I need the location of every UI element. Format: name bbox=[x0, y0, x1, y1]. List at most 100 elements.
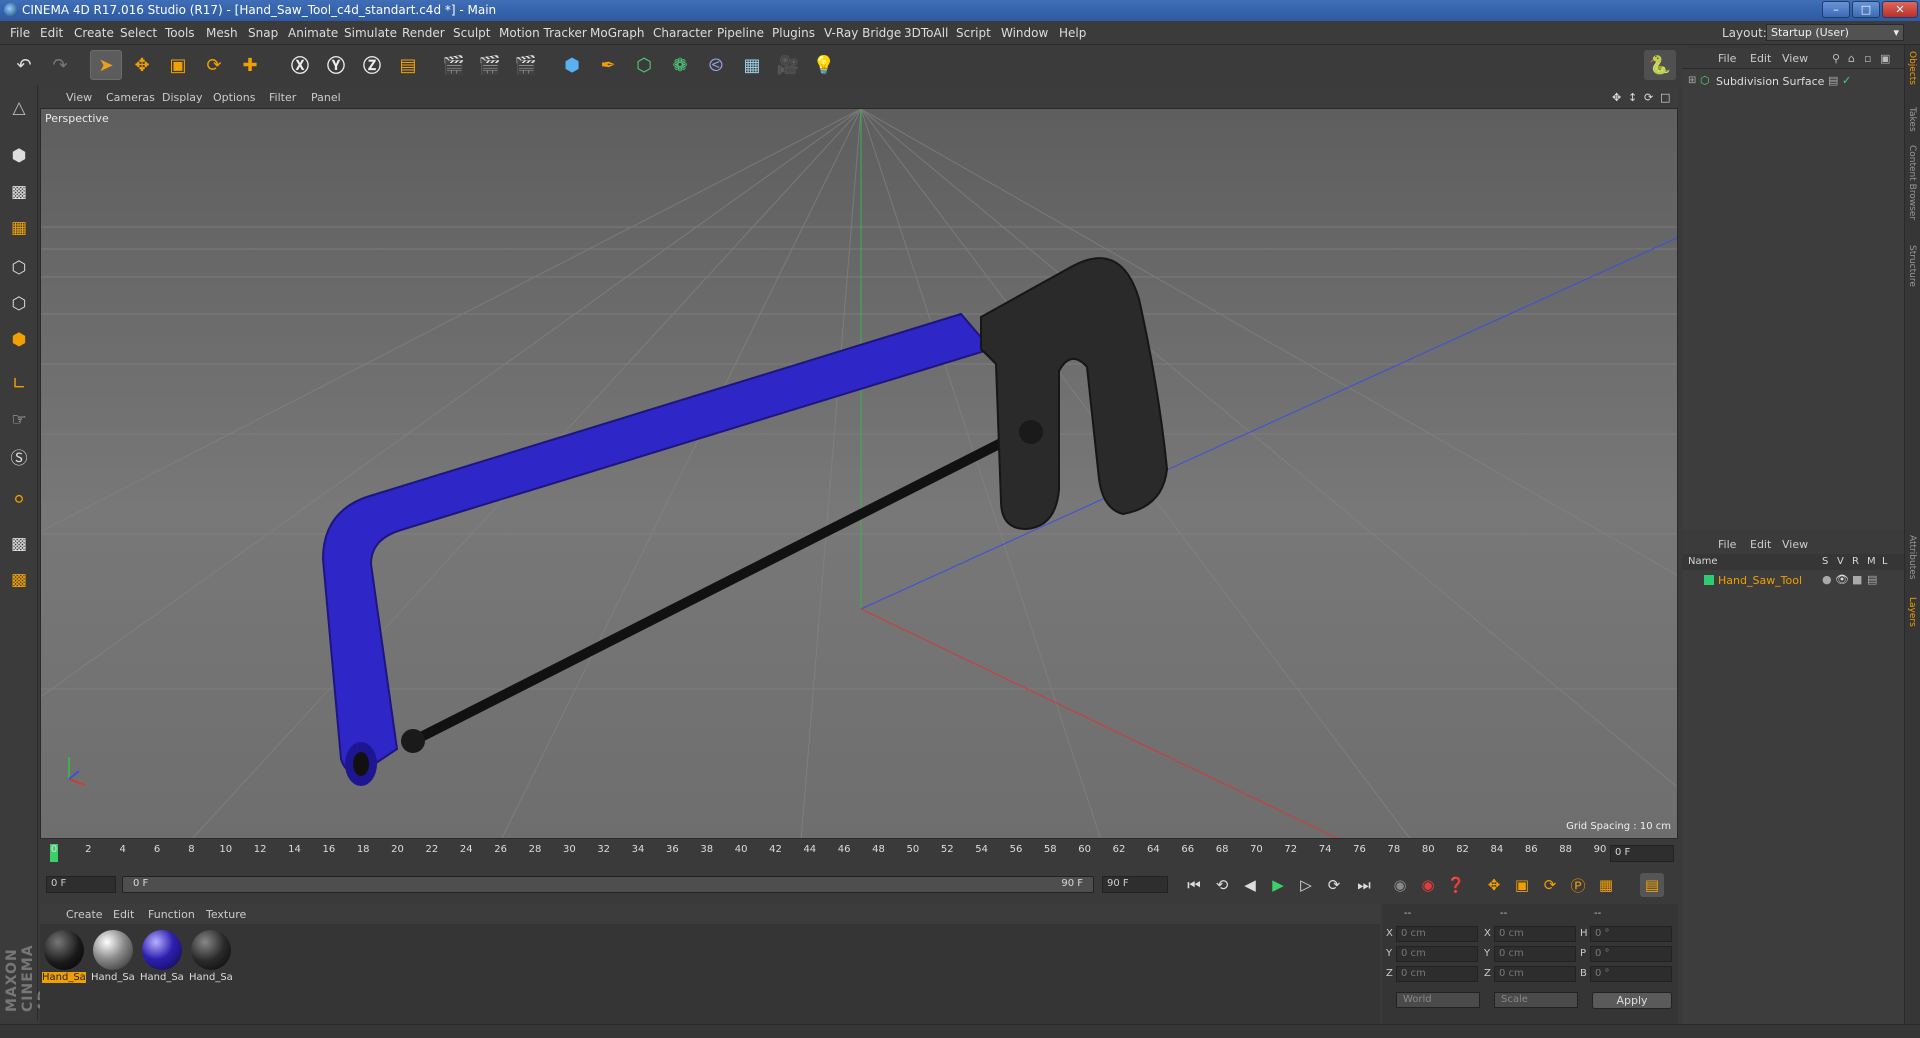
position-x-field[interactable]: 0 cm bbox=[1396, 926, 1478, 942]
size-x-field[interactable]: 0 cm bbox=[1494, 926, 1576, 942]
end-frame-field[interactable]: 90 F bbox=[1102, 876, 1168, 893]
next-key-icon[interactable]: ⟳ bbox=[1322, 873, 1346, 897]
menu-edit[interactable]: Edit bbox=[40, 26, 63, 40]
menu-vray-bridge[interactable]: V-Ray Bridge bbox=[824, 26, 901, 40]
menu-pipeline[interactable]: Pipeline bbox=[717, 26, 764, 40]
size-mode-select[interactable]: Scale bbox=[1494, 992, 1578, 1008]
current-frame-field[interactable]: 0 F bbox=[1610, 845, 1674, 862]
previous-key-icon[interactable]: ⟲ bbox=[1210, 873, 1234, 897]
tab-structure[interactable]: Structure bbox=[1907, 245, 1917, 287]
viewport-menu-view[interactable]: View bbox=[66, 91, 92, 104]
menu-help[interactable]: Help bbox=[1059, 26, 1086, 40]
render-view-icon[interactable]: 🎬 bbox=[438, 50, 470, 80]
frame-ruler[interactable]: 0 2 4 6 8 10 12 14 16 18 20 22 24 26 28 30 32 34 36 38 40 42 4… bbox=[50, 842, 1610, 866]
autokeying-icon[interactable]: ◉ bbox=[1416, 873, 1440, 897]
position-y-field[interactable]: 0 cm bbox=[1396, 946, 1478, 962]
array-generator-icon[interactable]: ❁ bbox=[664, 50, 696, 80]
viewport-menu-filter[interactable]: Filter bbox=[269, 91, 296, 104]
points-mode-icon[interactable]: ⬡ bbox=[4, 253, 34, 283]
new-view-icon[interactable]: ▣ bbox=[1880, 52, 1890, 65]
live-selection-icon[interactable]: ➤ bbox=[90, 50, 122, 80]
menu-script[interactable]: Script bbox=[956, 26, 991, 40]
timeline-ruler[interactable]: 0 2 4 6 8 10 12 14 16 18 20 22 24 26 28 30 32 34 36 38 40 42 4… bbox=[40, 842, 1678, 866]
menu-mograph[interactable]: MoGraph bbox=[590, 26, 645, 40]
viewport-menu-panel[interactable]: Panel bbox=[311, 91, 341, 104]
polygons-mode-icon[interactable]: ⬢ bbox=[4, 325, 34, 355]
key-scale-icon[interactable]: ▣ bbox=[1510, 873, 1534, 897]
workplane-mode-icon[interactable]: ▦ bbox=[4, 213, 34, 243]
menu-select[interactable]: Select bbox=[120, 26, 157, 40]
rotation-b-field[interactable]: 0 ° bbox=[1590, 966, 1672, 982]
y-axis-lock-icon[interactable]: Ⓨ bbox=[320, 50, 352, 80]
view-eye-icon[interactable]: 👁 bbox=[1835, 573, 1849, 586]
lock-icon[interactable]: ▫ bbox=[1864, 52, 1871, 65]
floor-icon[interactable]: ▦ bbox=[736, 50, 768, 80]
object-menu-file[interactable]: File bbox=[1718, 52, 1736, 65]
texture-mode-icon[interactable]: ▩ bbox=[4, 177, 34, 207]
deformer-icon[interactable]: ⧀ bbox=[700, 50, 732, 80]
material-menu-create[interactable]: Create bbox=[66, 908, 103, 921]
key-rotation-icon[interactable]: ⟳ bbox=[1538, 873, 1562, 897]
render-picture-viewer-icon[interactable]: 🎬 bbox=[474, 50, 506, 80]
key-parameter-icon[interactable]: Ⓟ bbox=[1566, 873, 1590, 897]
size-y-field[interactable]: 0 cm bbox=[1494, 946, 1576, 962]
viewport-menu-cameras[interactable]: Cameras bbox=[106, 91, 155, 104]
range-slider[interactable]: 0 F 90 F bbox=[122, 876, 1094, 893]
menu-sculpt[interactable]: Sculpt bbox=[453, 26, 490, 40]
search-icon[interactable]: ⚲ bbox=[1832, 52, 1840, 65]
apply-button[interactable]: Apply bbox=[1592, 992, 1672, 1009]
undo-icon[interactable]: ↶ bbox=[8, 50, 40, 80]
object-menu-view[interactable]: View bbox=[1782, 52, 1808, 65]
camera-icon[interactable]: 🎥 bbox=[772, 50, 804, 80]
material-menu-function[interactable]: Function bbox=[148, 908, 195, 921]
expand-icon[interactable]: ⊞ bbox=[1688, 75, 1696, 86]
menu-simulate[interactable]: Simulate bbox=[344, 26, 397, 40]
tab-content-browser[interactable]: Content Browser bbox=[1907, 145, 1917, 220]
solo-icon[interactable]: ● bbox=[1822, 573, 1832, 586]
layer-menu-view[interactable]: View bbox=[1782, 538, 1808, 551]
magnet-icon[interactable]: ⚪ bbox=[4, 485, 34, 515]
material-swatch[interactable]: Hand_Sa bbox=[140, 928, 184, 984]
spline-pen-icon[interactable]: ✒ bbox=[592, 50, 624, 80]
coordinate-system-icon[interactable]: ▤ bbox=[392, 50, 424, 80]
start-frame-field[interactable]: 0 F bbox=[46, 876, 116, 893]
rotate-icon[interactable]: ⟳ bbox=[198, 50, 230, 80]
menu-motion-tracker[interactable]: Motion Tracker bbox=[499, 26, 587, 40]
tweak-mode-icon[interactable]: ☞ bbox=[4, 405, 34, 435]
viewport-maximize-icon[interactable]: □ bbox=[1660, 91, 1670, 104]
menu-window[interactable]: Window bbox=[1001, 26, 1048, 40]
tab-objects[interactable]: Objects bbox=[1907, 51, 1917, 85]
x-axis-lock-icon[interactable]: Ⓧ bbox=[284, 50, 316, 80]
material-menu-edit[interactable]: Edit bbox=[113, 908, 134, 921]
enabled-check-icon[interactable]: ✓ bbox=[1842, 74, 1851, 87]
viewport-menu-display[interactable]: Display bbox=[162, 91, 203, 104]
recent-tools-icon[interactable]: ✚ bbox=[234, 50, 266, 80]
menu-tools[interactable]: Tools bbox=[165, 26, 195, 40]
layer-menu-edit[interactable]: Edit bbox=[1750, 538, 1771, 551]
material-swatch[interactable]: Hand_Sa bbox=[42, 928, 86, 984]
viewport-zoom-icon[interactable]: ↕ bbox=[1628, 91, 1637, 104]
manager-icon[interactable]: ▤ bbox=[1867, 573, 1877, 586]
menu-animate[interactable]: Animate bbox=[288, 26, 338, 40]
layer-color-swatch[interactable] bbox=[1704, 575, 1714, 585]
keyframe-selection-icon[interactable]: ❓ bbox=[1444, 873, 1468, 897]
menu-render[interactable]: Render bbox=[402, 26, 445, 40]
key-pla-icon[interactable]: ▦ bbox=[1594, 873, 1618, 897]
material-swatch[interactable]: Hand_Sa bbox=[91, 928, 135, 984]
python-icon[interactable]: 🐍 bbox=[1644, 50, 1676, 80]
previous-frame-icon[interactable]: ◀ bbox=[1238, 873, 1262, 897]
tab-takes[interactable]: Takes bbox=[1907, 107, 1917, 132]
viewport-pan-icon[interactable]: ✥ bbox=[1612, 91, 1621, 104]
object-row[interactable]: ⊞ ⬡ Subdivision Surface ▤ ✓ bbox=[1682, 73, 1904, 91]
layer-menu-file[interactable]: File bbox=[1718, 538, 1736, 551]
menu-create[interactable]: Create bbox=[74, 26, 114, 40]
key-position-icon[interactable]: ✥ bbox=[1482, 873, 1506, 897]
layer-row[interactable]: Hand_Saw_Tool ● 👁 ■ ▤ bbox=[1682, 572, 1904, 588]
size-z-field[interactable]: 0 cm bbox=[1494, 966, 1576, 982]
menu-3dtoall[interactable]: 3DToAll bbox=[904, 26, 948, 40]
menu-file[interactable]: File bbox=[10, 26, 30, 40]
redo-icon[interactable]: ↷ bbox=[44, 50, 76, 80]
viewport[interactable]: Perspective Grid Spacing : 10 cm bbox=[40, 108, 1678, 839]
viewport-menu-options[interactable]: Options bbox=[213, 91, 255, 104]
next-frame-icon[interactable]: ▷ bbox=[1294, 873, 1318, 897]
